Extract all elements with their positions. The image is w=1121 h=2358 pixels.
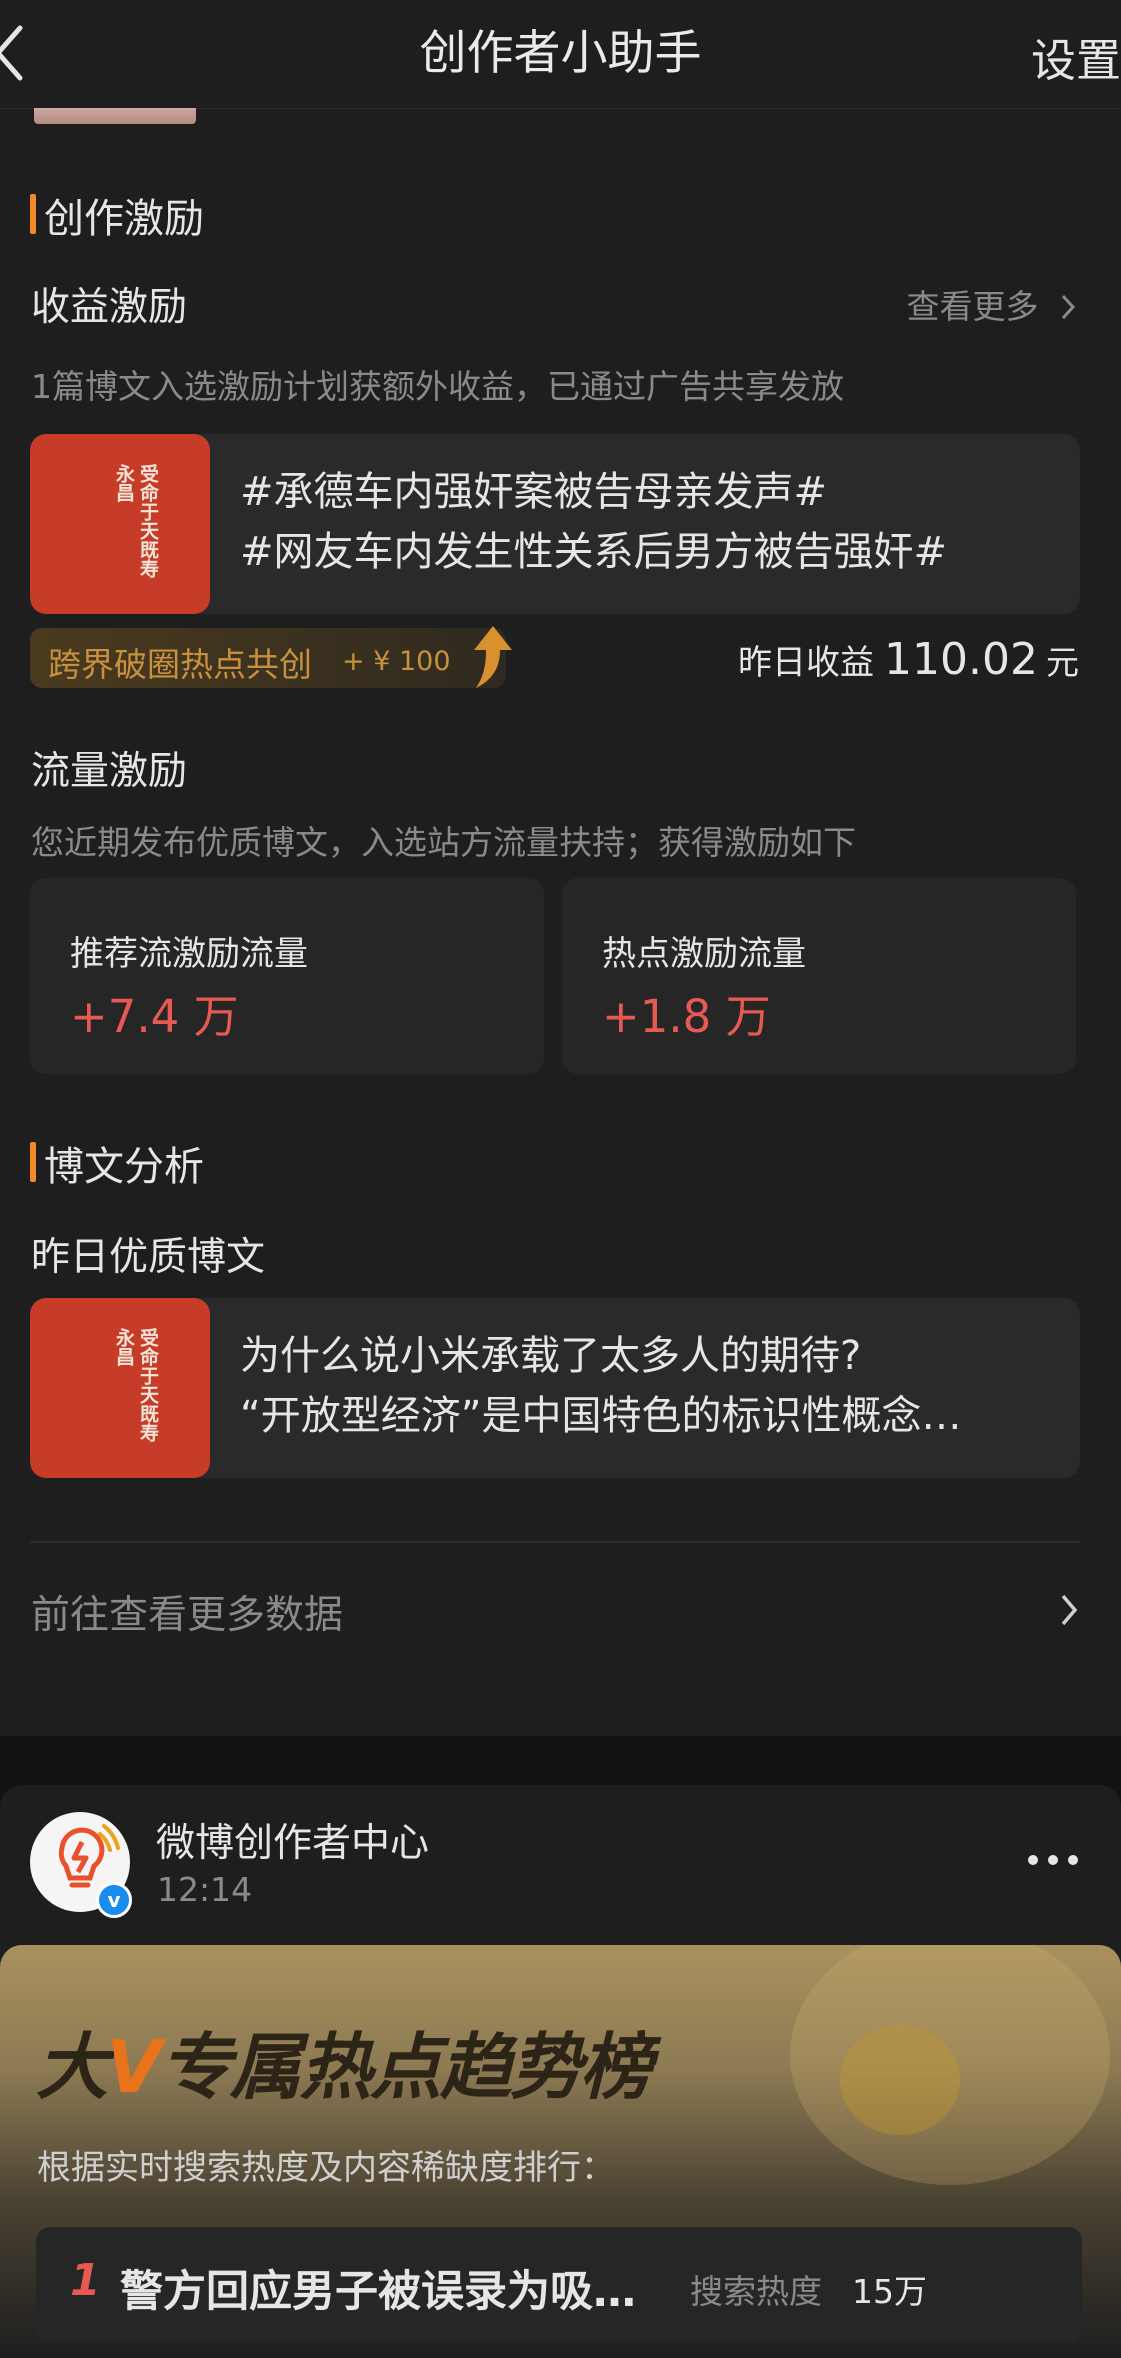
thumbnail-calligraphy: 受命于天既寿永昌 [113,1328,159,1442]
post-text: 为什么说小米承载了太多人的期待? “开放型经济”是中国特色的标识性概念… [240,1333,962,1439]
post-time: 12:14 [157,1870,253,1909]
banner-title: 大V专属热点趋势榜 [36,2025,652,2109]
hot-topic-promo-badge[interactable]: 跨界破圈热点共创 + ¥ 100 [30,626,512,688]
rank-number: 1 [70,2255,101,2306]
account-name[interactable]: 微博创作者中心 [156,1812,429,1868]
thumbnail-calligraphy: 受命于天既寿永昌 [113,464,159,578]
up-arrow-icon [474,626,512,688]
traffic-incentive-title: 流量激励 [31,749,188,794]
earnings-post-card[interactable]: 受命于天既寿永昌 #承德车内强奸案被告母亲发声# #网友车内发生性关系后男方被告… [30,434,1080,614]
settings-button[interactable]: 设置 [1031,24,1121,89]
post-thumbnail: 受命于天既寿永昌 [30,434,210,614]
quality-post-card[interactable]: 受命于天既寿永昌 为什么说小米承载了太多人的期待? “开放型经济”是中国特色的标… [30,1298,1080,1478]
more-options-icon[interactable] [1025,1852,1081,1868]
stat-hot-traffic[interactable]: 热点激励流量 +1.8 万 [562,878,1076,1074]
page-title: 创作者小助手 [419,26,702,81]
stat-recommend-traffic[interactable]: 推荐流激励流量 +7.4 万 [30,878,544,1074]
heat-label: 搜索热度 [690,2272,822,2311]
section-creation-incentive: 创作激励 [30,186,204,244]
chevron-right-icon[interactable] [1057,1592,1081,1628]
quality-post-title: 昨日优质博文 [31,1235,266,1280]
earnings-description: 1篇博文入选激励计划获额外收益，已通过广告共享发放 [31,367,844,406]
chevron-right-icon [1061,294,1076,320]
banner-subtitle: 根据实时搜索热度及内容稀缺度排行： [37,2148,615,2188]
section-accent-bar [30,1142,36,1182]
divider [30,1541,1080,1543]
verified-badge-icon: v [96,1882,132,1918]
earnings-incentive-title: 收益激励 [31,285,188,330]
section-accent-bar [30,194,36,234]
view-more-link[interactable]: 查看更多 [907,280,1080,328]
heat-value: 15万 [852,2272,927,2311]
yesterday-earnings: 昨日收益 110.02 元 [738,634,1079,685]
trending-rank-item[interactable]: 1 警方回应男子被误录为吸… 搜索热度 15万 [36,2227,1082,2343]
traffic-description: 您近期发布优质博文，入选站方流量扶持；获得激励如下 [31,823,856,862]
previous-post-thumbnail [34,108,196,124]
post-topics: #承德车内强奸案被告母亲发声# #网友车内发生性关系后男方被告强奸# [240,469,948,575]
more-data-link[interactable]: 前往查看更多数据 [31,1584,343,1640]
post-thumbnail: 受命于天既寿永昌 [30,1298,210,1478]
top-bar: 创作者小助手 设置 [0,0,1121,109]
rank-title: 警方回应男子被误录为吸… [120,2267,636,2317]
earnings-value: 110.02 [884,634,1038,685]
section-post-analysis: 博文分析 [30,1134,204,1192]
weibo-logo-watermark [840,2025,960,2135]
